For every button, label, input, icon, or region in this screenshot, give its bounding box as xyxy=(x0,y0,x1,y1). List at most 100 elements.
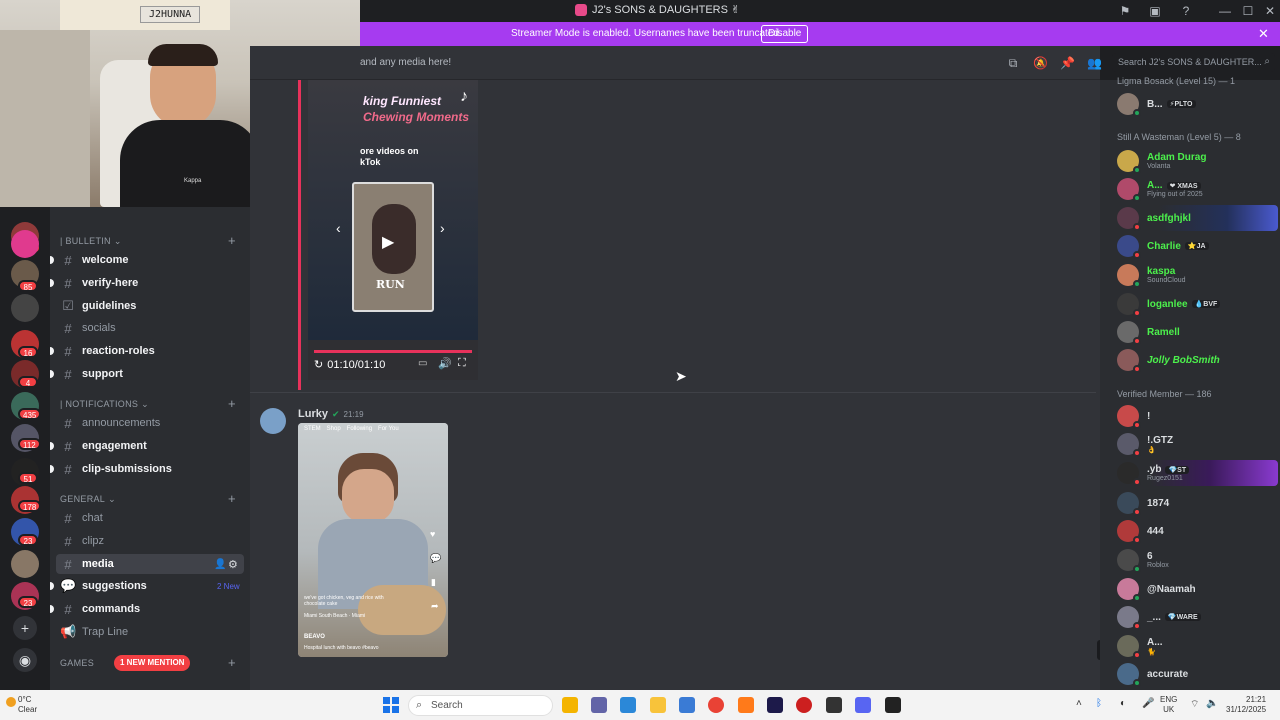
channel-verify-here[interactable]: # verify-here xyxy=(50,273,244,293)
discord-icon[interactable] xyxy=(855,697,871,713)
video-progress-bar[interactable] xyxy=(314,350,472,353)
channel-chat[interactable]: # chat xyxy=(56,508,244,528)
channel-clip-submissions[interactable]: # clip-submissions xyxy=(50,459,244,479)
member-item[interactable]: A... 🐈 xyxy=(1108,633,1278,659)
channel-clipz[interactable]: # clipz xyxy=(56,531,244,551)
file-explorer-icon[interactable] xyxy=(650,697,666,713)
chrome-icon[interactable] xyxy=(708,697,724,713)
category-general[interactable]: GENERAL ⌄ xyxy=(60,492,116,506)
monitor-icon[interactable]: ▣ xyxy=(1147,3,1163,19)
member-item[interactable]: .yb 💎ST Rugez0151 xyxy=(1108,460,1278,486)
chevron-down-icon: ⌄ xyxy=(108,493,116,504)
avatar[interactable] xyxy=(260,408,286,434)
captions-icon[interactable]: ▭ xyxy=(418,358,427,369)
weather-widget[interactable]: 0°C Clear xyxy=(18,695,37,715)
gear-icon[interactable]: ⚙ xyxy=(228,558,238,571)
channel-socials[interactable]: # socials xyxy=(56,318,244,338)
member-list-icon[interactable]: 👥 xyxy=(1087,56,1102,70)
add-channel-icon[interactable]: + xyxy=(228,396,236,411)
help-icon[interactable]: ? xyxy=(1178,3,1194,19)
prev-icon[interactable]: ‹ xyxy=(336,220,341,236)
bluetooth-icon[interactable]: ᛒ xyxy=(1096,698,1102,709)
member-item[interactable]: !.GTZ 👌 xyxy=(1108,431,1278,457)
member-item[interactable]: 1874 xyxy=(1108,490,1278,516)
replay-icon[interactable]: ↻ xyxy=(314,358,323,371)
category-games[interactable]: GAMES xyxy=(60,656,94,670)
app-icon[interactable] xyxy=(562,697,578,713)
channel-announcements[interactable]: # announcements xyxy=(56,413,244,433)
server-icon[interactable] xyxy=(11,294,39,322)
member-item[interactable]: A... ❤ XMAS Flying out of 2025 xyxy=(1108,176,1278,202)
maximize-icon[interactable]: ☐ xyxy=(1238,2,1258,20)
status-indicator xyxy=(1133,536,1141,544)
category-notifications[interactable]: | NOTIFICATIONS ⌄ xyxy=(60,397,149,411)
volume-icon[interactable]: 🔈 xyxy=(1206,698,1218,709)
member-item[interactable]: 444 xyxy=(1108,518,1278,544)
app-icon[interactable] xyxy=(826,697,842,713)
disable-button[interactable]: Disable xyxy=(761,25,809,43)
windows-start-icon[interactable] xyxy=(383,697,399,713)
video-attachment[interactable]: STEM Shop Following For You we've got ch… xyxy=(298,423,448,657)
author-name[interactable]: Lurky xyxy=(298,408,328,420)
wifi-icon[interactable]: ⌔ xyxy=(1190,698,1199,711)
clock[interactable]: 21:21 31/12/2025 xyxy=(1226,695,1266,715)
channel-welcome[interactable]: # welcome xyxy=(50,250,244,270)
taskbar-search[interactable]: ⌕ Search xyxy=(408,695,553,716)
tray-icon[interactable]: ◐ xyxy=(1120,698,1126,709)
member-item[interactable]: asdfghjkl xyxy=(1108,205,1278,231)
language-indicator[interactable]: ENG UK xyxy=(1160,695,1177,715)
app-icon[interactable] xyxy=(679,697,695,713)
channel-media[interactable]: # media 👤 ⚙ xyxy=(56,554,244,574)
channel-guidelines[interactable]: ☑ guidelines xyxy=(56,296,244,316)
threads-icon[interactable]: ⧉ xyxy=(1006,56,1020,70)
inbox-icon[interactable]: ⚑ xyxy=(1117,3,1133,19)
mic-icon[interactable]: 🎤 xyxy=(1142,698,1154,709)
category-bulletin[interactable]: | BULLETIN ⌄ xyxy=(60,234,122,248)
member-item[interactable]: B... ⚡PLTO xyxy=(1108,91,1278,117)
member-item[interactable]: _... 💎WARE xyxy=(1108,604,1278,630)
app-icon[interactable] xyxy=(620,697,636,713)
member-item[interactable]: accurate xyxy=(1108,661,1278,687)
add-server-icon[interactable]: + xyxy=(13,616,37,640)
channel-reaction-roles[interactable]: # reaction-roles xyxy=(50,341,244,361)
fullscreen-icon[interactable]: ⛶ xyxy=(458,357,466,370)
server-icon[interactable] xyxy=(11,550,39,578)
server-icon[interactable] xyxy=(11,230,39,258)
app-icon[interactable] xyxy=(738,697,754,713)
member-item[interactable]: @Naamah xyxy=(1108,576,1278,602)
channel-suggestions[interactable]: 💬 suggestions 2 New xyxy=(50,576,244,596)
opera-icon[interactable] xyxy=(796,697,812,713)
volume-icon[interactable]: 🔊 xyxy=(438,357,452,370)
member-item[interactable]: loganlee 💧BVF xyxy=(1108,291,1278,317)
play-icon[interactable]: ▶ xyxy=(382,232,394,252)
minimize-icon[interactable]: — xyxy=(1215,2,1235,20)
member-item[interactable]: Charlie ⭐JA xyxy=(1108,233,1278,259)
channel-trap-line[interactable]: 📢 Trap Line xyxy=(56,622,244,642)
add-channel-icon[interactable]: + xyxy=(228,655,236,670)
channel-support[interactable]: # support xyxy=(50,364,244,384)
add-channel-icon[interactable]: + xyxy=(228,233,236,248)
member-item[interactable]: kaspa SoundCloud xyxy=(1108,262,1278,288)
search-input[interactable]: Search J2's SONS & DAUGHTER... ⌕ xyxy=(1112,53,1275,72)
member-item[interactable]: Jolly BobSmith xyxy=(1108,347,1278,373)
channel-engagement[interactable]: # engagement xyxy=(50,436,244,456)
add-channel-icon[interactable]: + xyxy=(228,491,236,506)
invite-icon[interactable]: 👤 xyxy=(214,559,226,570)
member-item[interactable]: Ramell xyxy=(1108,319,1278,345)
next-icon[interactable]: › xyxy=(440,220,445,236)
pin-icon[interactable]: 📌 xyxy=(1060,56,1075,70)
app-icon[interactable] xyxy=(591,697,607,713)
app-icon[interactable] xyxy=(885,697,901,713)
channel-commands[interactable]: # commands xyxy=(50,599,244,619)
chevron-up-icon[interactable]: ˄ xyxy=(1076,698,1082,709)
discover-icon[interactable]: ◉ xyxy=(13,648,37,672)
member-item[interactable]: ! xyxy=(1108,403,1278,429)
member-item[interactable]: Adam Durag Volanta xyxy=(1108,148,1278,174)
video-embed[interactable]: ♪ king Funniest Chewing Moments ore vide… xyxy=(308,80,478,380)
member-item[interactable]: 6 Roblox xyxy=(1108,547,1278,573)
app-icon[interactable] xyxy=(767,697,783,713)
new-mention-pill[interactable]: 1 NEW MENTION xyxy=(114,655,191,671)
banner-close-icon[interactable]: ✕ xyxy=(1258,26,1269,42)
notification-bell-icon[interactable]: 🔕 xyxy=(1033,56,1048,70)
close-window-icon[interactable]: ✕ xyxy=(1260,2,1280,20)
